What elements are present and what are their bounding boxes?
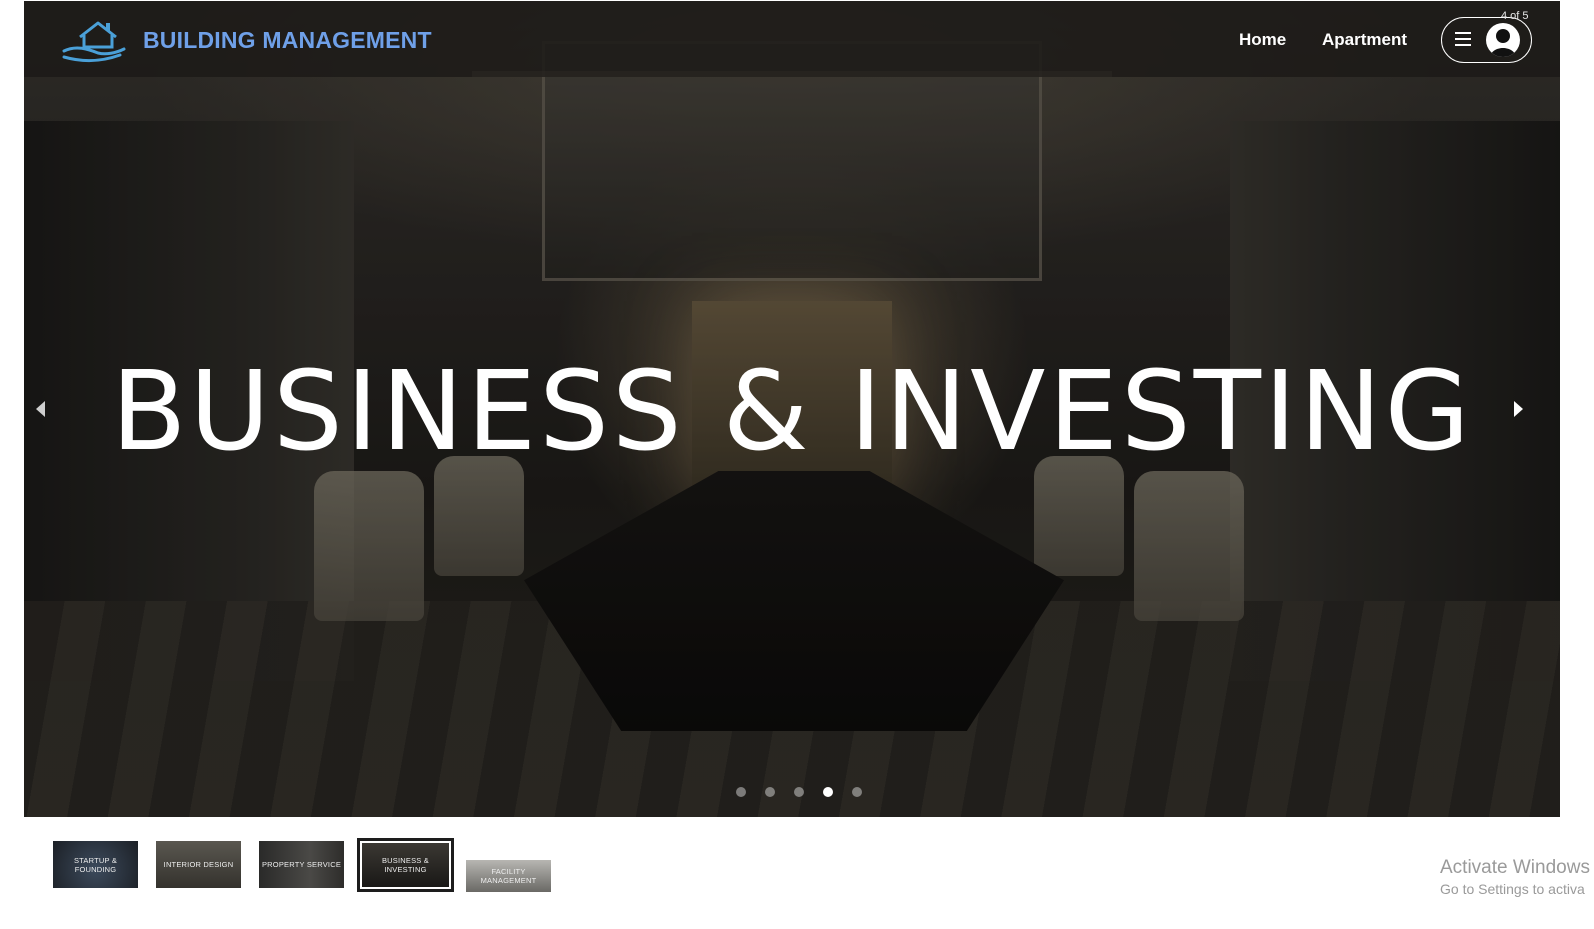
thumbnail-facility[interactable]: FACILITY MANAGEMENT: [466, 860, 551, 892]
user-menu-button[interactable]: [1441, 17, 1532, 63]
slide-counter: 4 of 5: [1501, 10, 1529, 22]
brand-title[interactable]: BUILDING MANAGEMENT: [143, 27, 432, 54]
top-navbar: BUILDING MANAGEMENT Home Apartment 4 of …: [24, 1, 1560, 77]
nav-home-link[interactable]: Home: [1239, 30, 1286, 50]
watermark-subtitle: Go to Settings to activa: [1440, 881, 1585, 897]
slide-dot-2[interactable]: [765, 787, 775, 797]
slide-dot-3[interactable]: [794, 787, 804, 797]
nav-apartment-link[interactable]: Apartment: [1322, 30, 1407, 50]
house-hand-icon[interactable]: [58, 15, 128, 65]
thumbnail-interior[interactable]: INTERIOR DESIGN: [156, 841, 241, 888]
thumbnail-label: STARTUP & FOUNDING: [73, 855, 118, 874]
slide-dot-5[interactable]: [852, 787, 862, 797]
slide-dot-4[interactable]: [823, 787, 833, 797]
chevron-right-icon[interactable]: [1510, 399, 1526, 419]
thumbnail-label: PROPERTY SERVICE: [261, 860, 342, 869]
slide-dot-1[interactable]: [736, 787, 746, 797]
thumbnail-label: BUSINESS & INVESTING: [381, 856, 429, 874]
thumbnail-strip: STARTUP & FOUNDING INTERIOR DESIGN PROPE…: [0, 838, 700, 901]
slide-title: BUSINESS & INVESTING: [111, 347, 1473, 475]
thumbnail-startup[interactable]: STARTUP & FOUNDING: [53, 841, 138, 888]
chevron-left-icon[interactable]: [33, 399, 49, 419]
slide-indicators: [24, 787, 1560, 801]
thumbnail-label: FACILITY MANAGEMENT: [480, 867, 537, 885]
watermark-title: Activate Windows: [1440, 857, 1590, 878]
activate-windows-watermark: Activate Windows Go to Settings to activ…: [1440, 857, 1590, 897]
thumbnail-label: INTERIOR DESIGN: [163, 860, 234, 869]
user-avatar-icon: [1486, 23, 1520, 57]
hero-slider: BUILDING MANAGEMENT Home Apartment 4 of …: [24, 1, 1560, 817]
hamburger-icon: [1455, 32, 1471, 46]
thumbnail-business[interactable]: BUSINESS & INVESTING: [357, 838, 454, 892]
thumbnail-property[interactable]: PROPERTY SERVICE: [259, 841, 344, 888]
